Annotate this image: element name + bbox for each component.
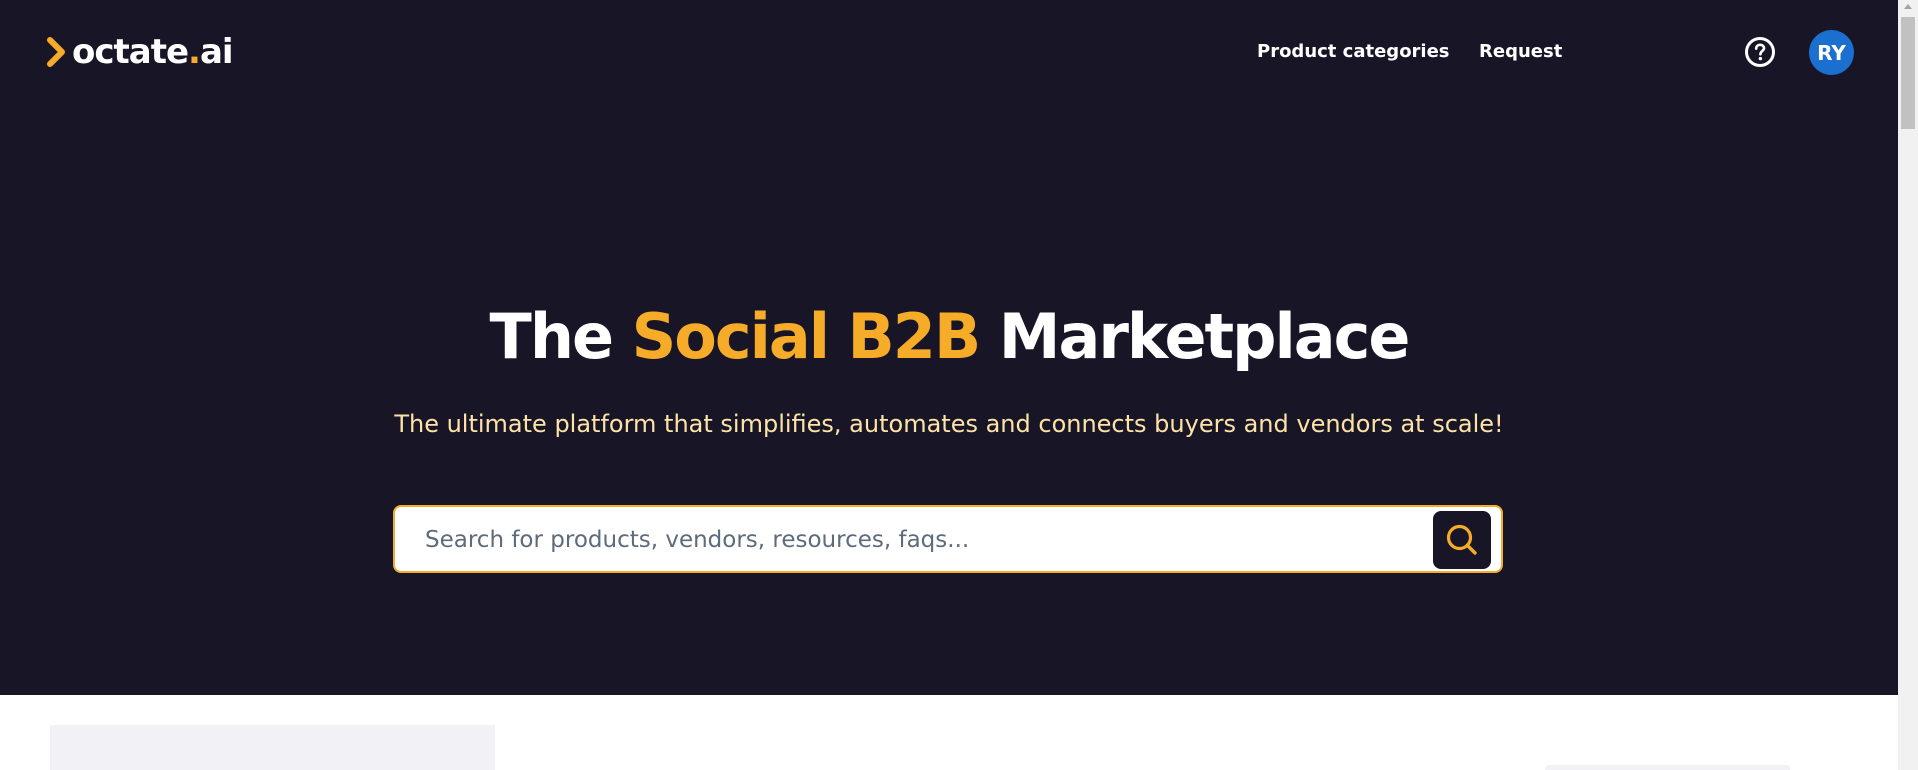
user-avatar[interactable]: RY <box>1809 30 1854 75</box>
hero-headline: The Social B2B Marketplace <box>0 300 1898 373</box>
hero-subheadline: The ultimate platform that simplifies, a… <box>394 410 1504 438</box>
logo-suffix: ai <box>199 32 234 72</box>
headline-prefix: The <box>489 300 632 373</box>
logo-dot: . <box>188 32 201 72</box>
nav-request[interactable]: Request <box>1479 36 1562 66</box>
search-button[interactable] <box>1433 511 1491 569</box>
nav-request-label: Request <box>1479 40 1563 62</box>
scroll-up-arrow-icon[interactable] <box>1904 4 1912 9</box>
brand-logo[interactable]: octate.ai <box>46 30 234 74</box>
headline-accent: Social B2B <box>631 300 982 373</box>
headline-suffix: Marketplace <box>979 300 1411 373</box>
nav-product-categories[interactable]: Product categories <box>1257 36 1450 66</box>
hero-section: octate.ai Product categories Request RY … <box>0 0 1898 695</box>
chevron-right-icon <box>47 37 65 67</box>
content-card-placeholder-right <box>1545 765 1790 770</box>
nav-product-categories-label: Product categories <box>1257 40 1450 62</box>
vertical-scrollbar[interactable] <box>1898 0 1918 770</box>
search-icon <box>1446 524 1477 555</box>
content-card-placeholder <box>50 725 495 770</box>
logo-text: octate <box>72 32 189 72</box>
page: octate.ai Product categories Request RY … <box>0 0 1918 770</box>
scrollbar-thumb[interactable] <box>1901 17 1915 129</box>
search-bar <box>393 505 1503 573</box>
question-circle-icon[interactable] <box>1744 36 1776 68</box>
search-input[interactable] <box>423 507 1407 573</box>
